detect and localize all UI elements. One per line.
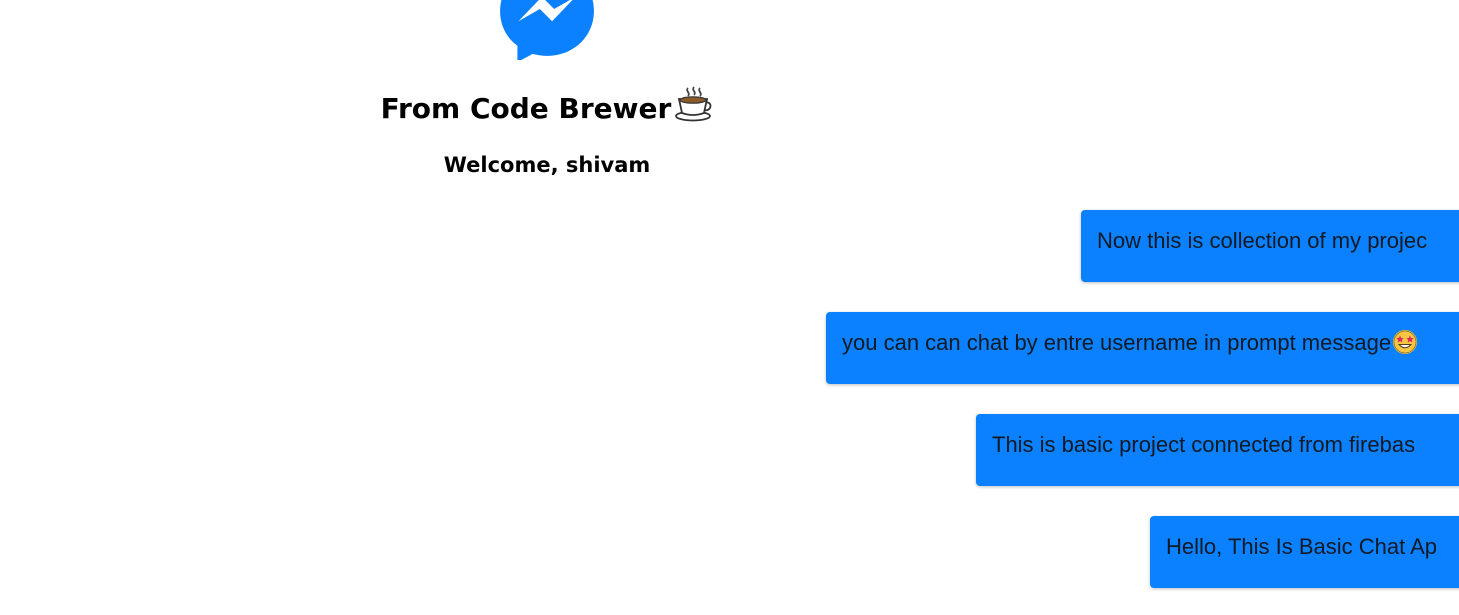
page-title-text: From Code Brewer (380, 92, 672, 125)
messenger-logo-icon (500, 0, 594, 60)
chat-page: From Code Brewer Welcome, shivam Now thi… (0, 0, 1459, 615)
welcome-text: Welcome, shivam (443, 153, 651, 177)
chat-message: Now this is collection of my projec (1081, 210, 1459, 282)
hot-beverage-icon (673, 86, 713, 133)
chat-message-text-wrapper: you can can chat by entre username in pr… (842, 312, 1459, 374)
star-struck-emoji-icon (1393, 330, 1418, 354)
page-title: From Code Brewer (297, 86, 797, 133)
chat-message: Hello, This Is Basic Chat Ap (1150, 516, 1459, 588)
chat-message-text: you can can chat by entre username in pr… (842, 330, 1392, 355)
chat-message-text: Now this is collection of my projec (1097, 228, 1428, 253)
chat-message-text: Hello, This Is Basic Chat Ap (1166, 534, 1438, 559)
chat-message-text: This is basic project connected from fir… (992, 432, 1416, 457)
chat-message: This is basic project connected from fir… (976, 414, 1459, 486)
chat-message: you can can chat by entre username in pr… (826, 312, 1459, 384)
